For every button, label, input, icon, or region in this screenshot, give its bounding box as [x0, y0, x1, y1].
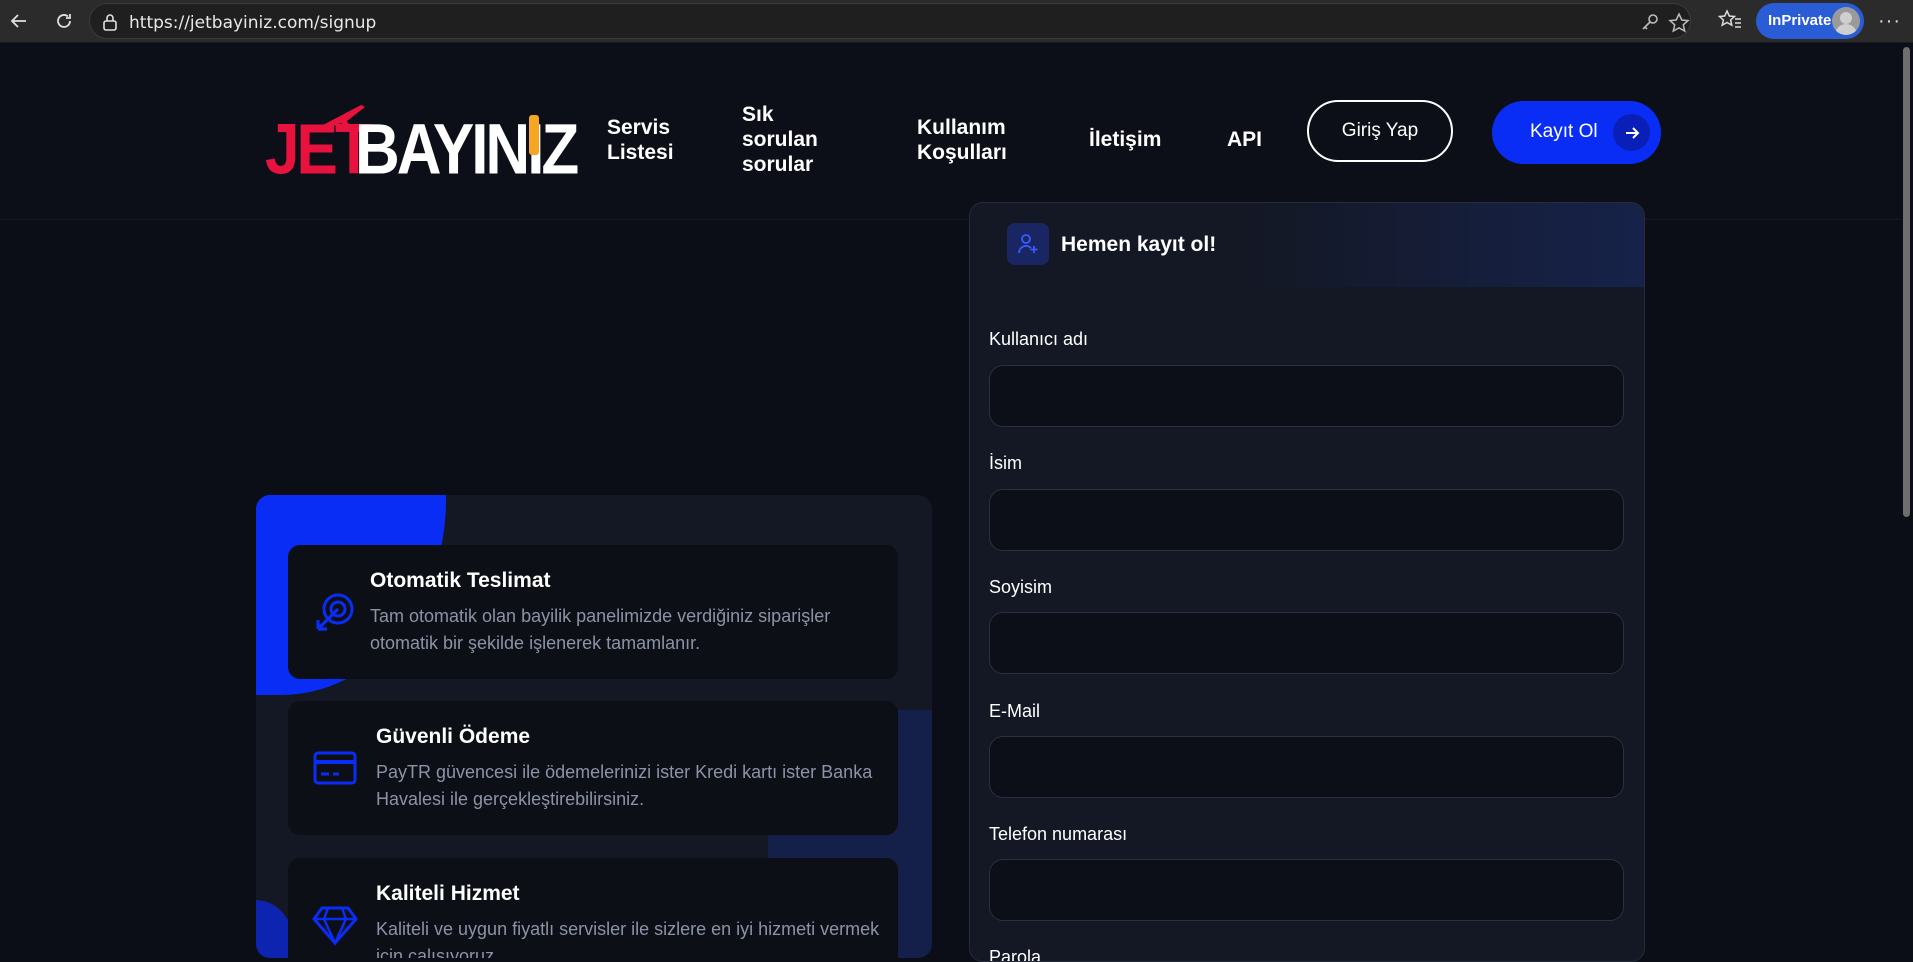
feature-card: Güvenli Ödeme PayTR güvencesi ile ödemel…	[288, 701, 898, 835]
username-label: Kullanıcı adı	[989, 329, 1089, 349]
feature-title: Otomatik Teslimat	[370, 569, 551, 592]
address-bar[interactable]: https://jetbayiniz.com/signup	[89, 3, 1691, 39]
signup-form: Hemen kayıt ol! Kullanıcı adı İsim Soyis…	[969, 202, 1645, 962]
feature-desc: Kaliteli ve uygun fiyatlı servisler ile …	[376, 919, 880, 958]
back-arrow-icon[interactable]	[6, 8, 32, 34]
phone-label: Telefon numarası	[989, 824, 1128, 844]
more-icon[interactable]: ···	[1878, 10, 1901, 33]
url-text[interactable]: https://jetbayiniz.com/signup	[129, 13, 376, 33]
nav-iletisim[interactable]: İletişim	[1089, 127, 1161, 152]
browser-toolbar: https://jetbayiniz.com/signup InPrivate …	[0, 0, 1913, 43]
refresh-icon[interactable]	[51, 8, 77, 34]
phone-field[interactable]	[989, 859, 1624, 921]
email-field[interactable]	[989, 736, 1624, 798]
logo[interactable]: JET BAYINIZ	[265, 101, 579, 190]
star-icon[interactable]	[1668, 12, 1690, 39]
feature-title: Güvenli Ödeme	[376, 725, 531, 748]
scrollbar-thumb[interactable]	[1903, 47, 1910, 517]
target-cursor-icon	[312, 589, 358, 635]
surname-label: Soyisim	[989, 577, 1053, 597]
feature-card: Kaliteli Hizmet Kaliteli ve uygun fiyatl…	[288, 858, 898, 958]
email-label: E-Mail	[989, 701, 1041, 721]
name-label: İsim	[989, 453, 1022, 473]
inprivate-badge[interactable]: InPrivate	[1756, 3, 1864, 39]
register-button[interactable]: Kayıt Ol	[1492, 101, 1661, 164]
diamond-icon	[312, 902, 358, 948]
nav-kullanim-kosullari[interactable]: Kullanım Koşulları	[917, 115, 1027, 165]
feature-desc: PayTR güvencesi ile ödemelerinizi ister …	[376, 762, 873, 809]
surname-field[interactable]	[989, 612, 1624, 674]
favorites-icon[interactable]	[1717, 9, 1742, 36]
avatar	[1832, 7, 1860, 35]
password-label: Parola	[989, 947, 1042, 962]
name-field[interactable]	[989, 489, 1624, 551]
scrollbar[interactable]	[1900, 43, 1913, 958]
feature-desc: Tam otomatik olan bayilik panelimizde ve…	[370, 606, 831, 653]
form-header: Hemen kayıt ol!	[970, 203, 1644, 287]
feature-title: Kaliteli Hizmet	[376, 882, 520, 905]
form-title: Hemen kayıt ol!	[1061, 233, 1217, 256]
arrow-right-icon	[1613, 114, 1650, 151]
logo-tag	[529, 115, 539, 155]
logo-bayiniz-text: BAYINIZ	[355, 110, 579, 190]
key-icon[interactable]	[1640, 12, 1660, 37]
login-button[interactable]: Giriş Yap	[1307, 100, 1453, 162]
credit-card-icon	[312, 745, 358, 791]
nav-servis-listesi[interactable]: Servis Listesi	[607, 115, 697, 165]
nav-api[interactable]: API	[1227, 127, 1262, 152]
features-panel: Otomatik Teslimat Tam otomatik olan bayi…	[256, 495, 932, 958]
register-button-label: Kayıt Ol	[1530, 121, 1598, 142]
inprivate-label: InPrivate	[1768, 12, 1832, 29]
nav-sss[interactable]: Sık sorulan sorular	[742, 102, 842, 177]
add-user-icon	[1007, 223, 1049, 265]
lock-icon[interactable]	[102, 13, 118, 36]
feature-card: Otomatik Teslimat Tam otomatik olan bayi…	[288, 545, 898, 679]
username-field[interactable]	[989, 365, 1624, 427]
